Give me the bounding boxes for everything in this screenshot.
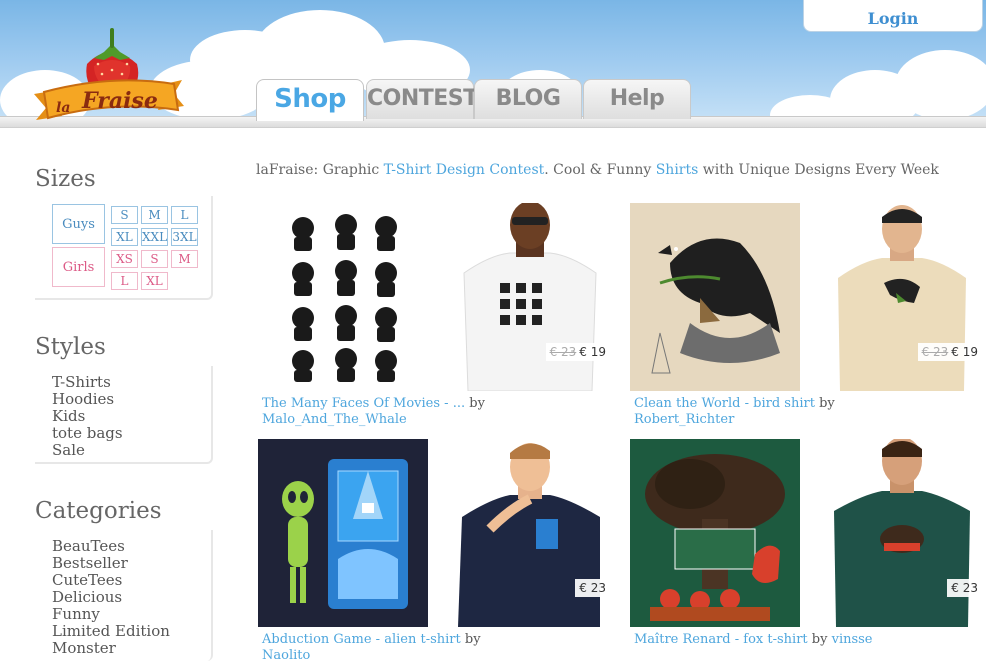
size-guys-s[interactable]: S [111,206,138,224]
category-link-monster[interactable]: Monster [52,640,211,657]
price-tag: € 23 € 19 [917,343,982,361]
style-link-hoodies[interactable]: Hoodies [52,391,211,408]
product-model-image[interactable] [822,203,982,391]
product-model-image[interactable] [822,439,982,627]
categories-heading: Categories [35,498,162,524]
tab-contest[interactable]: CONTEST [366,79,478,119]
by-label: by [469,396,485,411]
category-link-delicious[interactable]: Delicious [52,589,211,606]
style-link-sale[interactable]: Sale [52,442,211,459]
svg-text:la: la [56,100,70,116]
product-caption: Maître Renard - fox t-shirt by vinsse [634,632,884,648]
tagline-contest-link[interactable]: T-Shirt Design Contest [384,162,545,178]
price-tag: € 23 [575,579,610,597]
styles-panel: T-Shirts Hoodies Kids tote bags Sale [35,366,213,464]
product-model-image[interactable] [450,439,610,627]
tagline-suffix: with Unique Designs Every Week [698,162,939,178]
tagline-prefix: laFraise: Graphic [256,162,384,178]
category-link-limited-edition[interactable]: Limited Edition [52,623,211,640]
product-title-link[interactable]: Clean the World - bird shirt [634,396,815,411]
tab-shop[interactable]: Shop [256,79,364,121]
product-author-link[interactable]: Naolito [262,648,310,661]
category-link-cutetees[interactable]: CuteTees [52,572,211,589]
product-author-link[interactable]: Robert_Richter [634,412,734,427]
product-card[interactable]: € 23 Abduction Game - alien t-shirt by N… [258,439,618,661]
style-link-tote-bags[interactable]: tote bags [52,425,211,442]
product-author-link[interactable]: Malo_And_The_Whale [262,412,407,427]
old-price: € 23 [549,345,577,359]
style-link-tshirts[interactable]: T-Shirts [52,374,211,391]
product-design-image[interactable] [630,439,800,627]
style-link-kids[interactable]: Kids [52,408,211,425]
sizes-panel: Guys Girls S M L XL XXL 3XL XS S M L XL [35,196,213,300]
svg-text:Fraise: Fraise [81,88,158,114]
girls-size-label[interactable]: Girls [52,247,105,287]
category-link-bestseller[interactable]: Bestseller [52,555,211,572]
product-title-link[interactable]: Maître Renard - fox t-shirt [634,632,808,647]
tab-blog[interactable]: BLOG [474,79,582,119]
by-label: by [811,632,828,647]
product-design-image[interactable] [258,439,428,627]
cloud-decoration [895,50,986,120]
current-price: € 19 [579,345,606,359]
size-girls-s[interactable]: S [141,250,168,268]
by-label: by [819,396,835,411]
product-title-link[interactable]: The Many Faces Of Movies - ... [262,396,465,411]
product-title-link[interactable]: Abduction Game - alien t-shirt [262,632,461,647]
product-card[interactable]: € 23 € 19 The Many Faces Of Movies - ... … [258,203,618,433]
product-design-image[interactable] [258,203,428,391]
current-price: € 19 [951,345,978,359]
category-link-beautees[interactable]: BeauTees [52,538,211,555]
product-caption: Clean the World - bird shirt by Robert_R… [634,396,884,428]
size-guys-3xl[interactable]: 3XL [171,228,198,246]
current-price: € 23 [951,581,978,595]
product-design-image[interactable] [630,203,800,391]
size-guys-l[interactable]: L [171,206,198,224]
product-caption: Abduction Game - alien t-shirt by Naolit… [262,632,512,661]
size-guys-xl[interactable]: XL [111,228,138,246]
product-card[interactable]: € 23 € 19 Clean the World - bird shirt by… [630,203,986,433]
size-girls-m[interactable]: M [171,250,198,268]
tab-help[interactable]: Help [583,79,691,119]
size-guys-xxl[interactable]: XXL [141,228,168,246]
price-tag: € 23 € 19 [545,343,610,361]
categories-panel: BeauTees Bestseller CuteTees Delicious F… [35,530,213,661]
tagline-mid: . Cool & Funny [544,162,656,178]
size-girls-l[interactable]: L [111,272,138,290]
product-model-image[interactable] [450,203,610,391]
guys-size-label[interactable]: Guys [52,204,105,244]
price-tag: € 23 [947,579,982,597]
tagline-shirts-link[interactable]: Shirts [656,162,699,178]
size-girls-xs[interactable]: XS [111,250,138,268]
styles-heading: Styles [35,334,106,360]
product-caption: The Many Faces Of Movies - ... by Malo_A… [262,396,512,428]
category-link-funny[interactable]: Funny [52,606,211,623]
size-girls-xl[interactable]: XL [141,272,168,290]
login-button[interactable]: Login [803,0,983,32]
lafraise-logo[interactable]: la Fraise [32,22,192,142]
product-card[interactable]: € 23 Maître Renard - fox t-shirt by vins… [630,439,986,661]
sizes-heading: Sizes [35,166,96,192]
current-price: € 23 [579,581,606,595]
old-price: € 23 [921,345,949,359]
site-tagline: laFraise: Graphic T-Shirt Design Contest… [256,162,939,178]
by-label: by [464,632,481,647]
product-author-link[interactable]: vinsse [832,632,873,647]
size-guys-m[interactable]: M [141,206,168,224]
